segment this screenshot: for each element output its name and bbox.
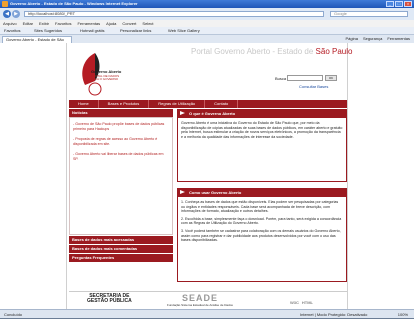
fav-item[interactable]: Personalizar links <box>120 27 151 35</box>
menu-favoritos[interactable]: Favoritos <box>55 20 71 27</box>
forward-button[interactable]: ▶ <box>12 10 20 18</box>
seade-logo: SEADE Fundação Sistema Estadual de Análi… <box>167 293 233 307</box>
window-titlebar: Governo Aberto - Estado de São Paulo - W… <box>0 0 414 8</box>
menu-exibir[interactable]: Exibir <box>39 20 49 27</box>
portal-page: Governo Aberto PORTAL DE DADOS PARA O GOV… <box>66 43 352 310</box>
search-label: Busca <box>275 76 287 81</box>
tab-bar: Governo Aberto - Estado de São Paulo Pág… <box>0 35 414 48</box>
menu-ferramentas[interactable]: Ferramentas <box>77 20 100 27</box>
search-input[interactable]: Google <box>330 11 408 17</box>
menu-ajuda[interactable]: Ajuda <box>106 20 116 27</box>
window-title: Governo Aberto - Estado de São Paulo - W… <box>10 1 138 6</box>
consultar-bases-link[interactable]: Consultar Bases <box>299 84 328 89</box>
arrow-icon <box>180 111 185 115</box>
url-input[interactable]: http://localhost:8080/_PRT <box>24 11 324 17</box>
nav-bases-produtos[interactable]: Bases e Produtos <box>99 100 150 108</box>
favorites-button[interactable]: Favoritos <box>4 27 20 35</box>
news-item[interactable]: - Governo Aberto vai liberar bases de da… <box>73 152 169 161</box>
news-heading: Notícias <box>69 109 173 117</box>
window-controls: _ □ × <box>386 1 412 7</box>
menu-convert[interactable]: Convert <box>122 20 136 27</box>
tab-governo-aberto[interactable]: Governo Aberto - Estado de São Paulo <box>2 36 72 48</box>
site-search-input[interactable] <box>287 75 323 81</box>
nav-regras[interactable]: Regras de Utilização <box>149 100 206 108</box>
news-item[interactable]: - Proposta de regras de acesso ao Govern… <box>73 137 169 146</box>
menu-editar[interactable]: Editar <box>23 20 33 27</box>
fav-item[interactable]: Hotmail grátis <box>80 27 104 35</box>
logo-subtitle: PORTAL DE DADOS PARA O GOVERNO <box>91 74 120 81</box>
nav-contato[interactable]: Contato <box>205 100 239 108</box>
arrow-icon <box>180 190 185 194</box>
command-bar: Página Segurança Ferramentas <box>345 35 410 43</box>
search-ok-button[interactable]: OK <box>325 75 337 81</box>
left-column: Notícias - Governo de São Paulo propõe b… <box>69 109 173 287</box>
secretaria-logo: SECRETARIA DE GESTÃO PÚBLICA <box>87 293 132 304</box>
close-button[interactable]: × <box>404 1 412 7</box>
back-button[interactable]: ◀ <box>3 10 11 18</box>
nav-home[interactable]: Home <box>69 100 99 108</box>
menu-select[interactable]: Select <box>142 20 153 27</box>
page-title: Portal Governo Aberto - Estado de São Pa… <box>191 47 353 56</box>
most-commented-link[interactable]: Bases de dados mais comentadas <box>69 245 173 253</box>
about-heading: O que é Governo Aberto <box>177 109 347 118</box>
main-nav: Home Bases e Produtos Regras de Utilizaç… <box>69 100 347 108</box>
fav-item[interactable]: Web Slice Gallery <box>168 27 200 35</box>
maximize-button[interactable]: □ <box>395 1 403 7</box>
w3c-badge[interactable]: W3C HTML <box>287 296 313 306</box>
cmd-ferramentas[interactable]: Ferramentas <box>387 35 410 43</box>
right-column: O que é Governo Aberto Governo Aberto é … <box>177 109 347 282</box>
news-item[interactable]: - Governo de São Paulo propõe bases de d… <box>73 122 169 131</box>
menu-arquivo[interactable]: Arquivo <box>3 20 17 27</box>
faq-link[interactable]: Perguntas Frequentes <box>69 254 173 262</box>
news-list: - Governo de São Paulo propõe bases de d… <box>69 117 173 235</box>
cmd-pagina[interactable]: Página <box>345 35 357 43</box>
footer: SECRETARIA DE GESTÃO PÚBLICA SEADE Fundaç… <box>69 291 347 310</box>
status-bar: Concluído Internet | Modo Protegido: Des… <box>0 309 414 318</box>
ie-icon <box>2 1 8 7</box>
cmd-seguranca[interactable]: Segurança <box>363 35 382 43</box>
page-viewport: Governo Aberto PORTAL DE DADOS PARA O GOV… <box>0 43 414 309</box>
most-accessed-link[interactable]: Bases de dados mais acessadas <box>69 236 173 244</box>
fav-item[interactable]: Sites Sugeridos <box>34 27 62 35</box>
favorites-bar: Favoritos Sites Sugeridos Hotmail grátis… <box>0 27 414 35</box>
menu-bar: Arquivo Editar Exibir Favoritos Ferramen… <box>0 20 414 27</box>
about-text: Governo Aberto é uma iniciativa do Gover… <box>177 118 347 182</box>
address-bar: ◀ ▶ http://localhost:8080/_PRT Google <box>0 8 414 20</box>
minimize-button[interactable]: _ <box>386 1 394 7</box>
howto-text: 1. Conheça as bases de dados que estão d… <box>177 197 347 282</box>
howto-heading: Como usar Governo Aberto <box>177 188 347 197</box>
